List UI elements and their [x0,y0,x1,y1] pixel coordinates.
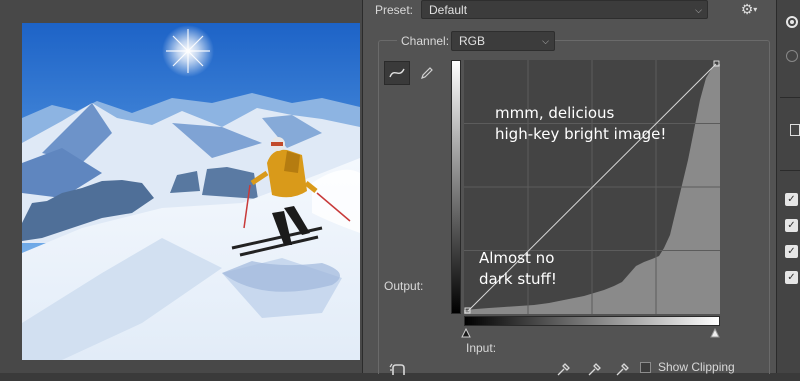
preset-options-button[interactable]: ⚙ ▾ [737,0,761,19]
pencil-draw-button[interactable] [414,61,440,85]
show-clipping-label: Show Clipping [658,360,735,374]
on-image-adjust-icon [389,363,405,375]
output-gradient-bar [451,60,461,314]
curve-edit-icon [389,68,405,78]
on-image-adjust-button[interactable] [385,357,411,381]
layout-icon[interactable] [790,124,800,136]
option-checkbox-2[interactable]: ✓ [785,219,798,232]
annotation-bottom-line2: dark stuff! [479,270,557,288]
divider [780,97,800,98]
option-checkbox-4[interactable]: ✓ [785,271,798,284]
output-label: Output: [384,279,424,293]
preset-value: Default [429,3,468,17]
gray-point-eyedropper-icon [588,363,601,376]
preset-label: Preset: [375,3,414,17]
document-canvas [0,0,362,373]
preset-dropdown[interactable]: Default ⌵ [421,0,708,19]
chevron-down-icon: ⌵ [695,5,702,15]
radio-button-selected[interactable] [786,16,798,28]
divider [780,170,800,171]
input-label: Input: [466,341,497,355]
radio-button[interactable] [786,50,798,62]
white-point-eyedropper-icon [616,363,629,376]
black-point-eyedropper-button[interactable] [550,357,576,381]
black-point-eyedropper-icon [557,363,570,376]
ski-photo [22,23,360,360]
option-checkbox-1[interactable]: ✓ [785,193,798,206]
chevron-down-icon: ⌵ [542,36,549,46]
gear-icon: ⚙ [740,1,754,17]
annotation-top-line1: mmm, delicious [495,104,615,122]
gray-point-eyedropper-button[interactable] [581,357,607,381]
channel-label: Channel: [397,34,454,48]
white-point-eyedropper-button[interactable] [609,357,635,381]
option-checkbox-3[interactable]: ✓ [785,245,798,258]
channel-value: RGB [459,34,486,48]
annotation-top-line2: high-key bright image! [495,125,667,143]
white-point-slider[interactable] [710,328,720,338]
show-clipping-checkbox[interactable] [640,362,651,373]
pencil-icon [421,67,433,79]
annotation-bottom-line1: Almost no [479,249,555,267]
curve-point-edit-button[interactable] [384,61,410,85]
black-point-slider[interactable] [461,328,471,338]
channel-dropdown[interactable]: RGB ⌵ [451,31,555,51]
input-gradient-bar [464,316,720,326]
ski-photo-image [22,23,360,360]
